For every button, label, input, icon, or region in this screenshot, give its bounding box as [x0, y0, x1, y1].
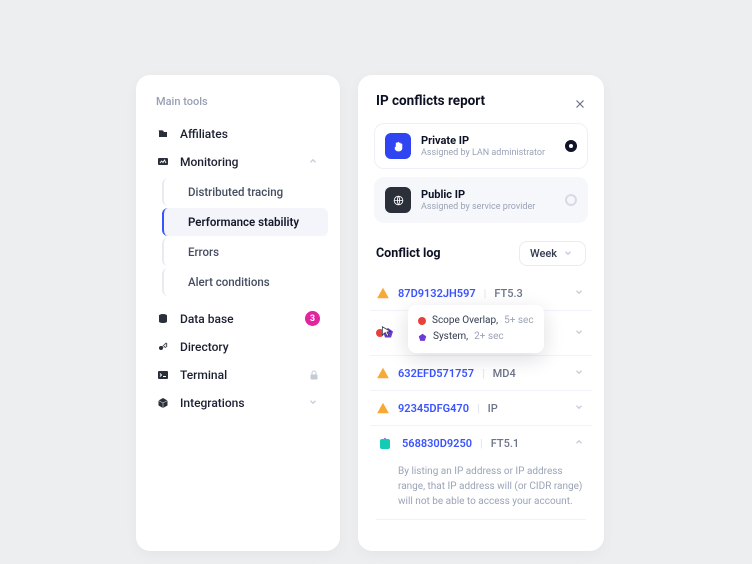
chevron-down-icon: [308, 397, 320, 409]
log-row[interactable]: 92345DFG470 | IP: [370, 391, 592, 426]
chevron-down-icon: [574, 327, 586, 339]
tooltip: Scope Overlap, 5+ sec System, 2+ sec: [408, 305, 544, 353]
warning-icon: [376, 401, 390, 415]
sidebar-item-performance-stability[interactable]: Performance stability: [162, 208, 328, 236]
chevron-down-icon: [574, 287, 586, 299]
log-row-expanded[interactable]: 568830D9250 | FT5.1: [370, 426, 592, 460]
log-code: 87D9132JH597: [398, 287, 476, 300]
sidebar-item-database[interactable]: Data base 3: [148, 304, 328, 333]
terminal-icon: [156, 368, 170, 382]
option-subtitle: Assigned by LAN administrator: [421, 148, 555, 158]
option-title: Private IP: [421, 134, 555, 147]
monitoring-subitems: Distributed tracing Performance stabilit…: [148, 178, 328, 296]
log-code: 632EFD571757: [398, 367, 474, 380]
lock-icon: [308, 369, 320, 381]
key-icon: [156, 340, 170, 354]
chevron-down-icon: [574, 367, 586, 379]
tooltip-time: 5+ sec: [504, 313, 533, 329]
log-description: By listing an IP address or IP address r…: [370, 460, 592, 513]
log-code: 92345DFG470: [398, 402, 469, 415]
monitoring-icon: [156, 155, 170, 169]
sidebar-item-integrations[interactable]: Integrations: [148, 389, 328, 417]
sidebar-item-label: Affiliates: [180, 127, 228, 141]
log-meta: FT5.3: [494, 287, 522, 300]
cube-icon: [156, 396, 170, 410]
range-selector[interactable]: Week: [519, 241, 586, 266]
option-public-ip[interactable]: Public IP Assigned by service provider: [374, 177, 588, 223]
sidebar-item-affiliates[interactable]: Affiliates: [148, 120, 328, 148]
poly-icon-group: [376, 436, 394, 450]
close-icon[interactable]: [574, 95, 586, 107]
ip-conflicts-panel: IP conflicts report Private IP Assigned …: [358, 75, 604, 551]
sidebar-item-distributed-tracing[interactable]: Distributed tracing: [162, 178, 328, 206]
sidebar-item-terminal[interactable]: Terminal: [148, 361, 328, 389]
sidebar-item-label: Directory: [180, 340, 229, 354]
tooltip-dot: [418, 317, 426, 325]
globe-icon: [385, 187, 411, 213]
range-label: Week: [530, 247, 557, 260]
log-row[interactable]: 632EFD571757 | MD4: [370, 356, 592, 391]
panel-title: IP conflicts report: [376, 93, 485, 109]
chevron-up-icon: [308, 156, 320, 168]
option-subtitle: Assigned by service provider: [421, 202, 555, 212]
teal-badge-icon: [380, 439, 390, 449]
warning-icon: [376, 366, 390, 380]
chevron-up-icon: [574, 437, 586, 449]
hand-icon: [385, 133, 411, 159]
notification-badge: 3: [305, 311, 320, 326]
log-title: Conflict log: [376, 246, 441, 261]
log-row-hovered[interactable]: Scope Overlap, 5+ sec System, 2+ sec: [370, 311, 592, 356]
sidebar-item-monitoring[interactable]: Monitoring: [148, 148, 328, 176]
sidebar-item-label: Data base: [180, 312, 234, 326]
pentagon-icon: [382, 327, 394, 339]
sidebar-item-label: Monitoring: [180, 155, 239, 169]
log-code: 568830D9250: [402, 437, 472, 450]
radio-selected[interactable]: [565, 140, 577, 152]
tooltip-pentagon-icon: [418, 333, 427, 342]
option-private-ip[interactable]: Private IP Assigned by LAN administrator: [374, 123, 588, 169]
tooltip-label: Scope Overlap,: [432, 313, 498, 329]
sidebar-item-directory[interactable]: Directory: [148, 333, 328, 361]
tooltip-label: System,: [433, 329, 468, 345]
option-title: Public IP: [421, 188, 555, 201]
sidebar-item-label: Integrations: [180, 396, 245, 410]
chevron-down-icon: [563, 248, 575, 260]
chevron-down-icon: [574, 402, 586, 414]
database-icon: [156, 312, 170, 326]
sidebar-item-errors[interactable]: Errors: [162, 238, 328, 266]
log-meta: MD4: [493, 367, 516, 380]
radio-unselected[interactable]: [565, 194, 577, 206]
sidebar: Main tools Affiliates Monitoring Distrib…: [136, 75, 340, 551]
log-meta: IP: [488, 402, 498, 415]
log-meta: FT5.1: [491, 437, 519, 450]
affiliates-icon: [156, 127, 170, 141]
sidebar-item-alert-conditions[interactable]: Alert conditions: [162, 268, 328, 296]
warning-icon: [376, 286, 390, 300]
sidebar-section-title: Main tools: [156, 95, 328, 108]
tooltip-time: 2+ sec: [474, 329, 503, 345]
sidebar-item-label: Terminal: [180, 368, 227, 382]
